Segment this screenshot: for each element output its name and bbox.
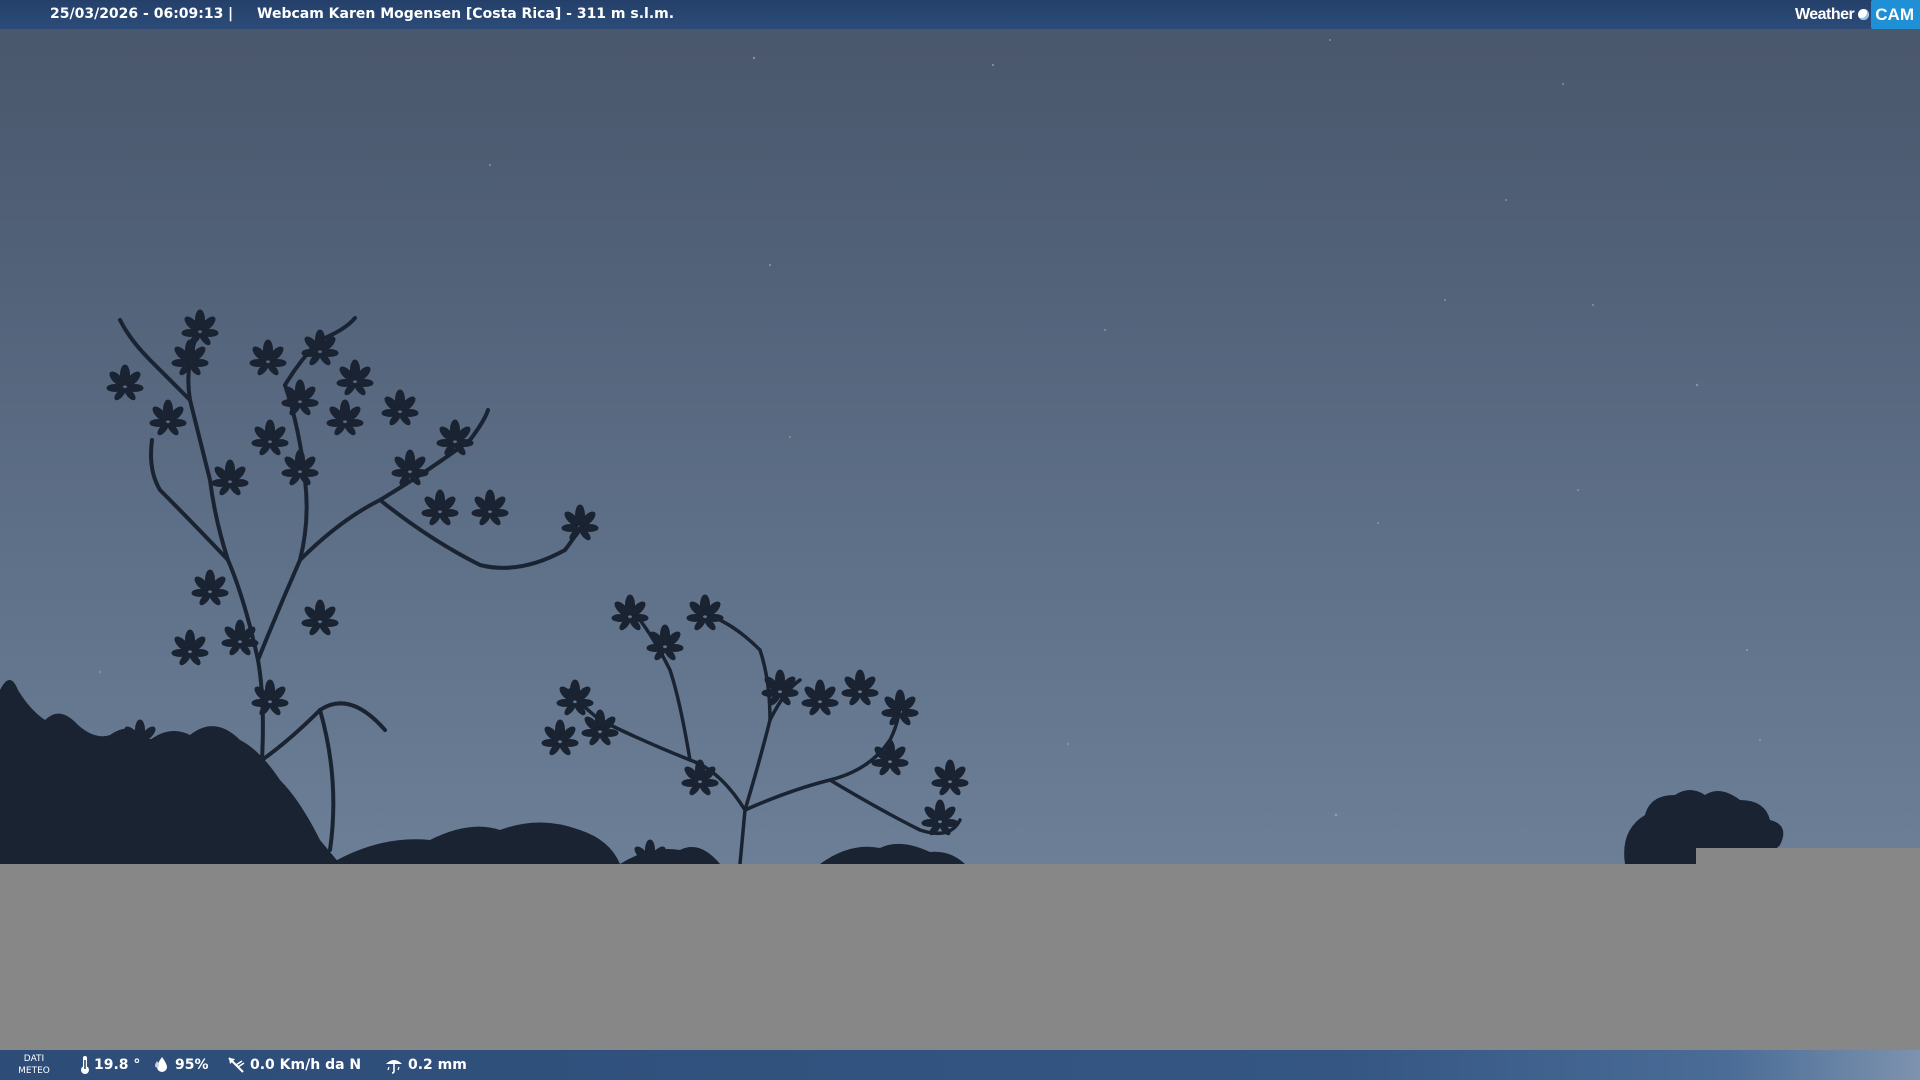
wind-value: 0.0 Km/h da N: [250, 1057, 362, 1073]
grey-lower-panel: [0, 864, 1920, 1050]
webcam-title: Webcam Karen Mogensen [Costa Rica] - 311…: [257, 6, 675, 22]
temperature-readout: 19.8 °: [80, 1050, 140, 1080]
rain-gauge-icon: [386, 1060, 402, 1074]
webcam-scene: [0, 39, 1784, 864]
humidity-readout: 95%: [153, 1050, 209, 1080]
temperature-value: 19.8 °: [94, 1057, 141, 1073]
weathercam-logo[interactable]: Weather CAM: [1795, 0, 1920, 29]
meteo-label-line2: METEO: [18, 1066, 50, 1076]
header-separator: |: [228, 6, 234, 22]
humidity-value: 95%: [175, 1057, 209, 1073]
webcam-viewer: 25/03/2026 - 06:09:13 | Webcam Karen Mog…: [0, 0, 1920, 1080]
rain-value: 0.2 mm: [408, 1057, 467, 1073]
weathercam-logo-icon: [1858, 9, 1870, 20]
weather-data-bar: DATI METEO 19.8 ° 95% 0.0 Km/h da N 0.2 …: [0, 1050, 1920, 1080]
timestamp: 25/03/2026 - 06:09:13: [50, 6, 224, 22]
wind-readout: 0.0 Km/h da N: [226, 1050, 361, 1080]
thermometer-icon: [81, 1056, 89, 1074]
rain-readout: 0.2 mm: [384, 1050, 467, 1080]
tree-silhouette: [0, 309, 1784, 864]
brand-weather-text: Weather: [1794, 5, 1855, 23]
brand-cam-text: CAM: [1871, 0, 1920, 29]
wind-vane-icon: [228, 1057, 245, 1073]
top-info-bar: 25/03/2026 - 06:09:13 | Webcam Karen Mog…: [0, 0, 1920, 29]
meteo-label-line1: DATI: [23, 1054, 45, 1064]
humidity-drops-icon: [155, 1057, 167, 1072]
meteo-label: DATI METEO: [14, 1053, 54, 1077]
